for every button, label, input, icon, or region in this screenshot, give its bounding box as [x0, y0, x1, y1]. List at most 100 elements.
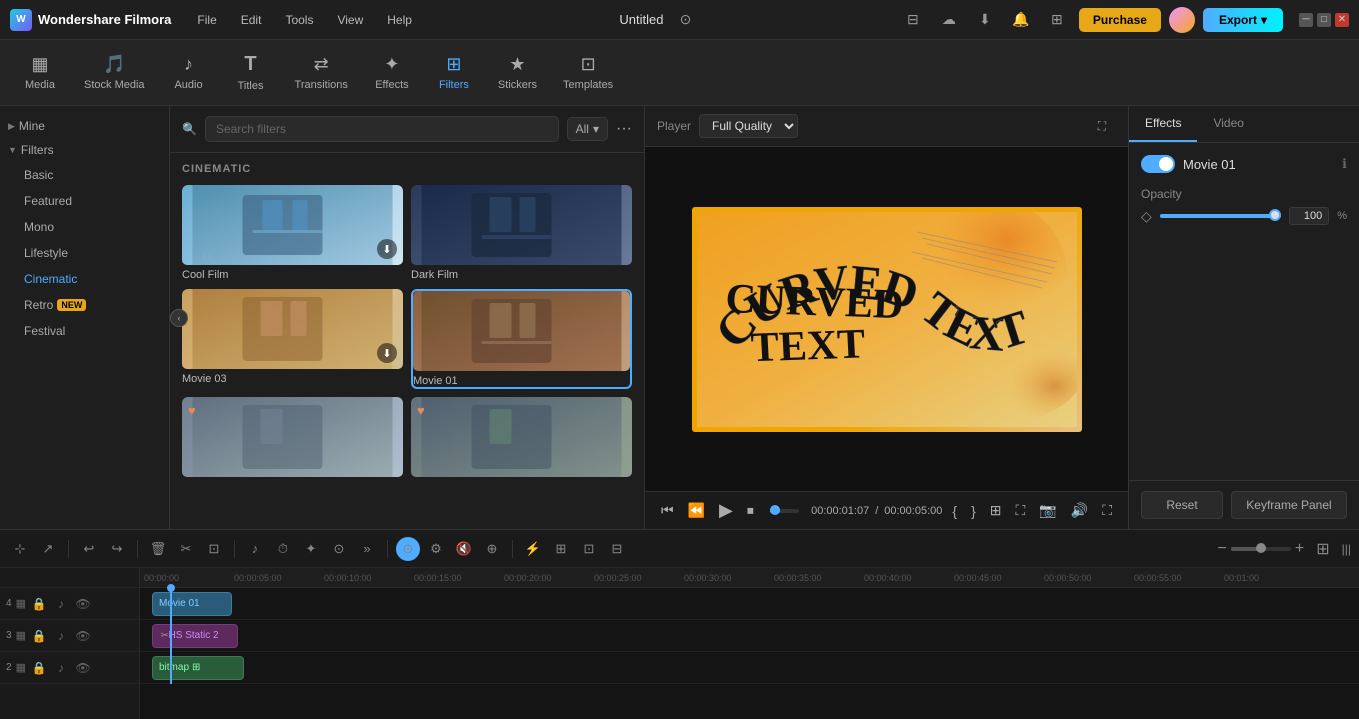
cloud-icon[interactable]: ☁ — [935, 6, 963, 34]
menu-tools[interactable]: Tools — [277, 9, 321, 31]
menu-file[interactable]: File — [189, 9, 224, 31]
sidebar-item-cinematic[interactable]: Cinematic — [0, 266, 169, 292]
project-status-icon[interactable]: ⊙ — [671, 6, 699, 34]
sidebar-item-featured[interactable]: Featured — [0, 188, 169, 214]
in-point-button[interactable]: { — [948, 501, 961, 521]
export-button[interactable]: Export ▾ — [1203, 8, 1283, 32]
stop-button[interactable]: ⏹ — [743, 500, 758, 521]
tl-clip-movie01[interactable]: Movie 01 — [152, 592, 232, 616]
tl-lock-2-button[interactable]: 🔒 — [30, 659, 48, 677]
tl-track-btn[interactable]: ⊞ — [549, 537, 573, 561]
tool-transitions[interactable]: ⇄ Transitions — [283, 48, 360, 97]
tl-snap-btn[interactable]: ⚙ — [424, 537, 448, 561]
filter-card-dark-film[interactable]: Dark Film — [411, 185, 632, 281]
tl-speed-btn[interactable]: ⏱ — [271, 537, 295, 561]
tab-video[interactable]: Video — [1197, 106, 1259, 142]
tl-mute-btn[interactable]: 🔇 — [452, 537, 476, 561]
more-options-button[interactable]: ··· — [616, 120, 632, 138]
progress-bar[interactable] — [770, 509, 799, 513]
play-button[interactable]: ▶ — [715, 498, 737, 523]
win-restore-button[interactable]: □ — [1317, 13, 1331, 27]
effect-info-icon[interactable]: ℹ — [1342, 156, 1347, 172]
keyframe-panel-button[interactable]: Keyframe Panel — [1231, 491, 1347, 519]
tl-lock-4-button[interactable]: 🔒 — [30, 595, 48, 613]
tl-audio-2-button[interactable]: ♪ — [52, 659, 70, 677]
reset-button[interactable]: Reset — [1141, 491, 1223, 519]
tool-stickers[interactable]: ★ Stickers — [486, 48, 549, 97]
mine-section-header[interactable]: ▶ Mine — [0, 114, 169, 138]
tool-titles[interactable]: T Titles — [221, 47, 281, 98]
tl-zoom-out-button[interactable]: − — [1218, 540, 1227, 558]
sidebar-item-mono[interactable]: Mono — [0, 214, 169, 240]
tool-filters[interactable]: ⊞ Filters — [424, 48, 484, 97]
skip-back-button[interactable]: ⏮ — [657, 500, 678, 521]
tl-zoom-in-button[interactable]: + — [1295, 540, 1304, 558]
tool-templates[interactable]: ⊡ Templates — [551, 48, 625, 97]
tl-undo-button[interactable]: ↩ — [77, 537, 101, 561]
tab-effects[interactable]: Effects — [1129, 106, 1197, 142]
filter-card-heart2[interactable]: ♥ — [411, 397, 632, 481]
tl-trim-tool[interactable]: ↗ — [36, 537, 60, 561]
preview-fullscreen-icon[interactable]: ⛶ — [1088, 112, 1116, 140]
minimize-window-icon[interactable]: ⊟ — [899, 6, 927, 34]
filter-card-movie03[interactable]: ⬇ Movie 03 — [182, 289, 403, 389]
settings-button[interactable]: ⛶ — [1098, 500, 1116, 521]
tl-ripple-btn[interactable]: ⚡ — [521, 537, 545, 561]
quality-select[interactable]: Full Quality 1/2 Quality 1/4 Quality — [699, 114, 798, 138]
camera-button[interactable]: 📷 — [1035, 500, 1060, 521]
tl-clip-bitmap[interactable]: bitmap ⊞ — [152, 656, 244, 680]
tl-delete-button[interactable]: 🗑 — [146, 537, 170, 561]
sidebar-item-retro[interactable]: Retro NEW — [0, 292, 169, 318]
tl-color-btn[interactable]: ⊙ — [327, 537, 351, 561]
win-close-button[interactable]: ✕ — [1335, 13, 1349, 27]
tl-crop-button[interactable]: ⊡ — [202, 537, 226, 561]
menu-view[interactable]: View — [329, 9, 371, 31]
tl-audio-btn[interactable]: ♪ — [243, 537, 267, 561]
tl-audio-4-button[interactable]: ♪ — [52, 595, 70, 613]
fullscreen-button[interactable]: ⛶ — [1012, 500, 1030, 521]
opacity-slider[interactable] — [1160, 214, 1281, 218]
tl-split-button[interactable]: ✂ — [174, 537, 198, 561]
notification-icon[interactable]: 🔔 — [1007, 6, 1035, 34]
tl-redo-button[interactable]: ↪ — [105, 537, 129, 561]
clip-add-button[interactable]: ⊞ — [986, 500, 1006, 521]
effect-toggle[interactable] — [1141, 155, 1175, 173]
tl-eye-3-button[interactable]: 👁 — [74, 627, 92, 645]
tl-lock-3-button[interactable]: 🔒 — [30, 627, 48, 645]
tl-record-btn[interactable]: ⊕ — [480, 537, 504, 561]
tl-marker-btn[interactable]: ⊙ — [396, 537, 420, 561]
sidebar-item-lifestyle[interactable]: Lifestyle — [0, 240, 169, 266]
tl-eye-4-button[interactable]: 👁 — [74, 595, 92, 613]
tl-clip-btn[interactable]: ⊡ — [577, 537, 601, 561]
win-minimize-button[interactable]: ─ — [1299, 13, 1313, 27]
tl-clip-hs-static[interactable]: ✂ HS Static 2 — [152, 624, 238, 648]
tl-add-track-button[interactable]: ⊞ — [1316, 539, 1329, 559]
avatar[interactable] — [1169, 7, 1195, 33]
apps-icon[interactable]: ⊞ — [1043, 6, 1071, 34]
filter-all-dropdown[interactable]: All ▾ — [567, 117, 608, 141]
out-point-button[interactable]: } — [967, 501, 980, 521]
menu-help[interactable]: Help — [379, 9, 420, 31]
tool-audio[interactable]: ♪ Audio — [159, 48, 219, 97]
filter-card-heart1[interactable]: ♥ — [182, 397, 403, 481]
opacity-value[interactable]: 100 — [1289, 207, 1329, 225]
tl-ai-btn[interactable]: ✦ — [299, 537, 323, 561]
download-icon[interactable]: ⬇ — [971, 6, 999, 34]
search-input[interactable] — [205, 116, 559, 142]
filter-card-cool-film[interactable]: FIL ⬇ Cool Film — [182, 185, 403, 281]
tool-media[interactable]: ▦ Media — [10, 48, 70, 97]
step-back-button[interactable]: ⏪ — [684, 500, 709, 521]
tl-eye-2-button[interactable]: 👁 — [74, 659, 92, 677]
tl-more-btn[interactable]: » — [355, 537, 379, 561]
tl-select-tool[interactable]: ⊹ — [8, 537, 32, 561]
menu-edit[interactable]: Edit — [233, 9, 270, 31]
tool-effects[interactable]: ✦ Effects — [362, 48, 422, 97]
opacity-keyframe-icon[interactable]: ◇ — [1141, 208, 1152, 225]
tl-grid-button[interactable]: ||| — [1342, 542, 1351, 556]
tool-stock-media[interactable]: 🎵 Stock Media — [72, 48, 157, 97]
tl-scroll-btn[interactable]: ⊟ — [605, 537, 629, 561]
tl-audio-3-button[interactable]: ♪ — [52, 627, 70, 645]
filter-card-movie01[interactable]: Movie 01 — [411, 289, 632, 389]
sidebar-item-basic[interactable]: Basic — [0, 162, 169, 188]
purchase-button[interactable]: Purchase — [1079, 8, 1161, 32]
